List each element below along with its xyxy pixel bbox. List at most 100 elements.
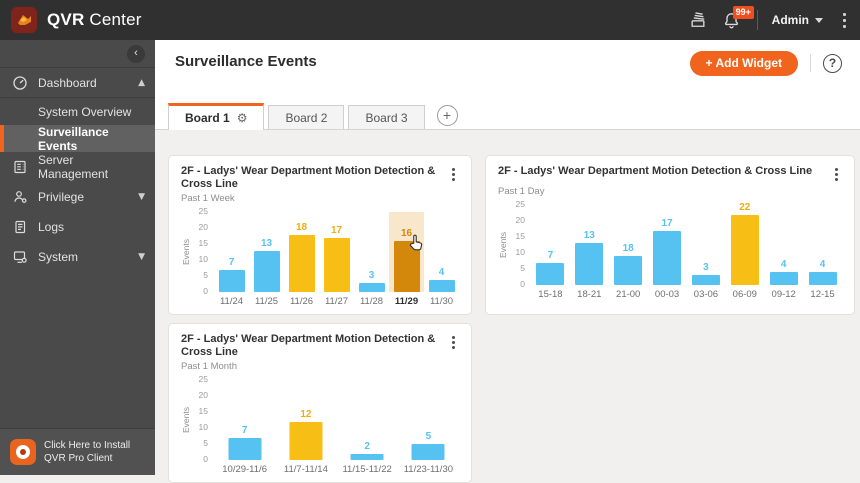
board-settings-gear-icon[interactable]: ⚙	[237, 112, 248, 124]
bar-value-label: 4	[819, 259, 826, 271]
bar[interactable]	[428, 279, 455, 293]
sidebar-item-label: System Overview	[38, 104, 132, 119]
x-tick-label: 10/29-11/6	[222, 464, 267, 476]
bar[interactable]	[228, 437, 262, 461]
bar[interactable]	[358, 282, 385, 293]
bar[interactable]	[253, 250, 280, 293]
y-axis: 0 5 10 15 20 25	[192, 206, 214, 296]
y-axis-label: Events	[181, 407, 191, 434]
x-axis: 10/29-11/6 11/7-11/14 11/15-11/22 11/23-11/…	[214, 464, 459, 475]
admin-user-label: Admin	[771, 13, 809, 27]
sidebar-item-system[interactable]: System ▼	[0, 242, 155, 272]
sidebar-item-system-overview[interactable]: System Overview	[0, 98, 155, 125]
y-tick-label: 0	[520, 279, 525, 289]
admin-user-menu[interactable]: Admin	[766, 0, 829, 40]
widget-card-month: 2F - Ladys' Wear Department Motion Detec…	[168, 323, 472, 483]
sidebar-item-privilege[interactable]: Privilege ▼	[0, 182, 155, 212]
y-tick-label: 20	[198, 222, 208, 233]
sidebar-item-label: Surveillance Events	[38, 124, 109, 153]
sidebar-item-label: Server Management	[38, 153, 109, 181]
bar[interactable]	[323, 237, 350, 293]
hand-cursor-icon	[408, 234, 424, 257]
bar[interactable]	[653, 230, 682, 285]
bar-slot: 13	[570, 205, 609, 285]
x-axis: 11/24 11/25 11/26 11/27 11/28 11/29 11/30	[214, 296, 459, 307]
bar[interactable]	[769, 272, 798, 285]
bar-slot: 3	[354, 212, 389, 293]
bar[interactable]	[808, 272, 837, 285]
sidebar-item-dashboard[interactable]: Dashboard ▲	[0, 68, 155, 98]
bar-slot: 17	[319, 212, 354, 293]
bar[interactable]	[536, 262, 565, 285]
bar[interactable]	[288, 234, 315, 293]
qvr-app-logo-icon	[11, 7, 37, 33]
y-tick-label: 20	[515, 215, 525, 225]
widget-menu-icon[interactable]	[448, 165, 459, 184]
x-tick-label: 11/15-11/22	[342, 464, 392, 476]
board-content: 2F - Ladys' Wear Department Motion Detec…	[155, 130, 860, 483]
bar-slot: 4	[424, 212, 459, 293]
widget-menu-icon[interactable]	[448, 333, 459, 352]
sidebar-item-surveillance-events[interactable]: Surveillance Events	[0, 124, 155, 153]
bar-value-label: 12	[300, 408, 312, 420]
bar[interactable]	[289, 421, 323, 461]
add-widget-button[interactable]: + Add Widget	[689, 50, 798, 76]
app-title: QVR Center	[47, 10, 142, 29]
bar-value-label: 18	[622, 243, 634, 255]
bar[interactable]	[350, 453, 384, 461]
x-tick-label: 11/28	[359, 296, 384, 308]
bar-value-label: 17	[661, 217, 673, 229]
x-tick-label: 11/30	[429, 296, 454, 308]
x-tick-label: 09-12	[771, 289, 796, 300]
bar-chart: Events 0 5 10 15 20 25 7 13 18 17 3 16 4 11/24 11/25 11/…	[181, 206, 459, 307]
bar[interactable]	[730, 214, 759, 285]
tab-board-3[interactable]: Board 3	[348, 105, 425, 129]
bar[interactable]	[691, 275, 720, 285]
y-axis-label: Events	[498, 232, 508, 258]
bar-value-label: 4	[438, 266, 445, 278]
bar[interactable]	[614, 256, 643, 285]
x-tick-label: 11/27	[324, 296, 349, 308]
widget-card-day: 2F - Ladys' Wear Department Motion Detec…	[485, 155, 855, 315]
dashboard-gauge-icon	[13, 75, 27, 90]
widget-menu-icon[interactable]	[831, 165, 842, 184]
notifications-bell-icon[interactable]: 99+	[715, 0, 754, 40]
y-tick-label: 15	[515, 231, 525, 241]
sidebar-item-server-management[interactable]: Server Management	[0, 152, 155, 182]
background-tasks-icon[interactable]	[681, 0, 715, 40]
bar-slot: 13	[249, 212, 284, 293]
bar[interactable]	[411, 444, 445, 461]
bar-slot: 7	[214, 212, 249, 293]
bar-slot: 4	[803, 205, 842, 285]
sidebar-item-logs[interactable]: Logs	[0, 212, 155, 242]
tab-board-2[interactable]: Board 2	[268, 105, 345, 129]
install-link-label: Click Here to Install QVR Pro Client	[44, 439, 131, 465]
help-icon[interactable]: ?	[823, 53, 842, 73]
chevron-up-icon: ▲	[138, 77, 145, 88]
notification-count-badge: 99+	[732, 6, 754, 19]
install-qvr-pro-client-link[interactable]: Click Here to Install QVR Pro Client	[0, 428, 155, 475]
plot-area: 7 13 18 17 3 22 4 4	[531, 202, 842, 285]
bar-value-label: 7	[547, 249, 554, 261]
bar-slot: 3	[687, 205, 726, 285]
y-tick-label: 5	[203, 270, 208, 281]
topbar-more-menu-icon[interactable]	[829, 12, 860, 28]
x-tick-label: 15-18	[538, 289, 563, 300]
bar[interactable]	[218, 269, 245, 293]
bar-chart: Events 0 5 10 15 20 25 7 12 2 5 10/29-11/6 11/7-11/1…	[181, 374, 459, 475]
bar-slot: 18	[609, 205, 648, 285]
bar-value-label: 13	[583, 230, 595, 242]
sidebar-item-label: Dashboard	[38, 75, 97, 90]
x-axis: 15-18 18-21 21-00 00-03 03-06 06-09 09-12 12-15	[531, 289, 842, 300]
add-board-icon[interactable]: +	[436, 105, 458, 126]
x-tick-label: 11/23-11/30	[403, 464, 454, 476]
x-tick-label: 11/29	[394, 296, 419, 308]
bar-value-label: 3	[368, 269, 375, 281]
sidebar-collapse-icon[interactable]: ‹	[127, 44, 145, 63]
bar[interactable]	[575, 243, 604, 285]
bar-value-label: 3	[703, 262, 709, 274]
y-tick-label: 5	[203, 438, 208, 449]
tab-label: Board 1	[185, 111, 230, 125]
x-tick-label: 03-06	[693, 289, 719, 300]
tab-board-1[interactable]: Board 1 ⚙	[168, 103, 265, 130]
